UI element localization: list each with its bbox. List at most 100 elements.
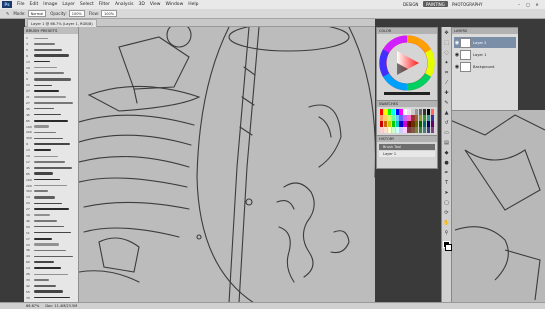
crop-tool-icon[interactable]: ⌗ bbox=[443, 69, 450, 76]
layer-row[interactable]: ◉ Layer 2 bbox=[454, 37, 516, 48]
color-swatch[interactable] bbox=[387, 127, 392, 133]
color-swatch[interactable] bbox=[426, 127, 431, 133]
history-brush-icon[interactable]: ↺ bbox=[443, 119, 450, 126]
color-swatch[interactable] bbox=[380, 121, 384, 127]
color-swatch[interactable] bbox=[395, 109, 399, 115]
eyedropper-icon[interactable]: ⁄ bbox=[443, 79, 450, 86]
layer-row[interactable]: ◉ Background bbox=[454, 61, 516, 72]
color-swatch[interactable] bbox=[403, 127, 407, 133]
maximize-icon[interactable]: □ bbox=[524, 1, 532, 7]
brush-preset-item[interactable]: 70 bbox=[26, 295, 76, 301]
document-tab[interactable]: Layer 1 @ 66.7% (Layer 1, RGB/8) bbox=[27, 19, 97, 27]
workspace-design-button[interactable]: DESIGN bbox=[400, 1, 421, 7]
close-icon[interactable]: ✕ bbox=[533, 1, 541, 7]
menu-help[interactable]: Help bbox=[188, 2, 198, 7]
color-swatch[interactable] bbox=[395, 127, 399, 133]
brush-tool-icon[interactable]: ✎ bbox=[6, 11, 9, 16]
color-swatch[interactable] bbox=[407, 115, 411, 121]
lasso-tool-icon[interactable]: ◌ bbox=[443, 49, 450, 56]
color-swatch[interactable] bbox=[426, 115, 431, 121]
color-swatch[interactable] bbox=[422, 109, 427, 115]
color-swatch[interactable] bbox=[391, 109, 396, 115]
color-wheel-icon[interactable] bbox=[378, 35, 436, 97]
color-swatch[interactable] bbox=[430, 127, 434, 133]
gradient-icon[interactable]: ▤ bbox=[443, 139, 450, 146]
color-swatch[interactable] bbox=[407, 109, 411, 115]
color-swatch[interactable] bbox=[387, 109, 392, 115]
menu-analysis[interactable]: Analysis bbox=[115, 2, 134, 7]
color-swatch[interactable] bbox=[430, 115, 434, 121]
shape-tool-icon[interactable]: ▢ bbox=[443, 199, 450, 206]
menu-view[interactable]: View bbox=[150, 2, 161, 7]
color-swatch[interactable] bbox=[383, 109, 388, 115]
color-swatch[interactable] bbox=[411, 127, 415, 133]
blur-tool-icon[interactable]: ◆ bbox=[443, 149, 450, 156]
flow-field[interactable]: 100% bbox=[101, 10, 118, 17]
workspace-painting-button[interactable]: PAINTING bbox=[423, 1, 448, 7]
color-swatch[interactable] bbox=[415, 115, 419, 121]
menu-select[interactable]: Select bbox=[80, 2, 94, 7]
path-select-icon[interactable]: ➤ bbox=[443, 189, 450, 196]
type-tool-icon[interactable]: T bbox=[443, 179, 450, 186]
color-swatch[interactable] bbox=[418, 121, 423, 127]
history-item[interactable]: Layer 1 bbox=[379, 151, 435, 157]
pen-tool-icon[interactable]: ✒ bbox=[443, 169, 450, 176]
color-swatch[interactable] bbox=[411, 109, 415, 115]
color-swatch[interactable] bbox=[380, 109, 384, 115]
history-item[interactable]: Brush Tool bbox=[379, 144, 435, 150]
rotate-3d-icon[interactable]: ⟳ bbox=[443, 209, 450, 216]
color-swatch[interactable] bbox=[407, 127, 411, 133]
color-swatch[interactable] bbox=[387, 121, 392, 127]
color-swatch[interactable] bbox=[391, 115, 396, 121]
clone-stamp-icon[interactable]: ▲ bbox=[443, 109, 450, 116]
color-swatch[interactable] bbox=[380, 127, 384, 133]
canvas[interactable] bbox=[79, 27, 375, 303]
color-swatch[interactable] bbox=[422, 127, 427, 133]
color-swatch[interactable] bbox=[383, 115, 388, 121]
color-swatch[interactable] bbox=[415, 109, 419, 115]
color-swatch[interactable] bbox=[415, 121, 419, 127]
color-swatch[interactable] bbox=[418, 115, 423, 121]
opacity-field[interactable]: 100% bbox=[68, 10, 85, 17]
color-swatch[interactable] bbox=[403, 115, 407, 121]
menu-image[interactable]: Image bbox=[43, 2, 57, 7]
color-swatch[interactable] bbox=[383, 127, 388, 133]
menu-file[interactable]: File bbox=[17, 2, 25, 7]
color-swatch[interactable] bbox=[399, 127, 403, 133]
healing-brush-icon[interactable]: ✚ bbox=[443, 89, 450, 96]
color-swatch[interactable] bbox=[415, 127, 419, 133]
color-swatch[interactable] bbox=[418, 109, 423, 115]
background-color-swatch[interactable] bbox=[445, 244, 452, 251]
color-swatch[interactable] bbox=[380, 115, 384, 121]
canvas-right-region[interactable] bbox=[445, 110, 545, 303]
color-swatch[interactable] bbox=[426, 109, 431, 115]
color-swatch[interactable] bbox=[391, 121, 396, 127]
color-swatch[interactable] bbox=[395, 121, 399, 127]
zoom-level[interactable]: 66.67% bbox=[26, 304, 39, 308]
color-swatch[interactable] bbox=[422, 115, 427, 121]
move-tool-icon[interactable]: ✥ bbox=[443, 29, 450, 36]
color-swatch[interactable] bbox=[430, 109, 434, 115]
color-swatch[interactable] bbox=[403, 109, 407, 115]
menu-edit[interactable]: Edit bbox=[30, 2, 39, 7]
menu-layer[interactable]: Layer bbox=[62, 2, 75, 7]
mode-select[interactable]: Normal bbox=[27, 10, 47, 17]
menu-3d[interactable]: 3D bbox=[138, 2, 144, 7]
magic-wand-icon[interactable]: ✦ bbox=[443, 59, 450, 66]
eraser-icon[interactable]: ▭ bbox=[443, 129, 450, 136]
color-swatch[interactable] bbox=[403, 121, 407, 127]
color-swatch[interactable] bbox=[418, 127, 423, 133]
color-swatch[interactable] bbox=[391, 127, 396, 133]
color-swatch[interactable] bbox=[430, 121, 434, 127]
color-swatch[interactable] bbox=[426, 121, 431, 127]
dodge-tool-icon[interactable]: ● bbox=[443, 159, 450, 166]
hand-tool-icon[interactable]: ✋ bbox=[443, 219, 450, 226]
color-swatch[interactable] bbox=[399, 121, 403, 127]
color-swatch[interactable] bbox=[387, 115, 392, 121]
zoom-tool-icon[interactable]: ⚲ bbox=[443, 229, 450, 236]
color-swatch[interactable] bbox=[395, 115, 399, 121]
layer-row[interactable]: ◉ Layer 1 bbox=[454, 49, 516, 60]
color-swatch[interactable] bbox=[383, 121, 388, 127]
color-swatch[interactable] bbox=[399, 109, 403, 115]
workspace-photography-button[interactable]: PHOTOGRAPHY bbox=[449, 1, 485, 7]
